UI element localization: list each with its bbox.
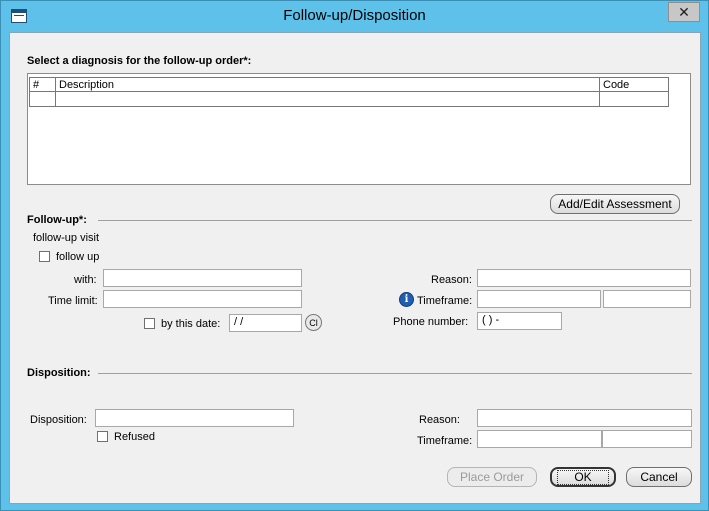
followup-timeframe-input-1[interactable]: [477, 290, 601, 308]
followup-timeframe-label: Timeframe:: [417, 295, 473, 307]
follow-up-checkbox-label: follow up: [56, 251, 100, 263]
ok-button[interactable]: OK: [550, 467, 616, 487]
by-this-date-label: by this date:: [161, 318, 221, 330]
disposition-section-label: Disposition:: [27, 367, 91, 379]
ok-button-label: OK: [557, 469, 609, 485]
followup-section-label: Follow-up*:: [27, 214, 87, 226]
clear-date-icon[interactable]: Cl: [305, 314, 322, 331]
disposition-reason-input[interactable]: [477, 409, 692, 427]
phone-number-input[interactable]: ( ) -: [477, 312, 562, 330]
cancel-button[interactable]: Cancel: [626, 467, 692, 487]
refused-checkbox[interactable]: [97, 431, 108, 442]
column-header-code[interactable]: Code: [600, 78, 668, 91]
column-header-description[interactable]: Description: [56, 78, 600, 91]
disposition-label: Disposition:: [30, 414, 87, 426]
follow-up-checkbox[interactable]: [39, 251, 50, 262]
disposition-timeframe-label: Timeframe:: [417, 435, 473, 447]
phone-number-label: Phone number:: [393, 316, 469, 328]
diagnosis-grid-header: # Description Code: [29, 77, 669, 92]
diagnosis-grid[interactable]: # Description Code: [27, 73, 691, 185]
followup-reason-input[interactable]: [477, 269, 691, 287]
diagnosis-label: Select a diagnosis for the follow-up ord…: [27, 55, 252, 67]
disposition-input[interactable]: [95, 409, 294, 427]
disposition-reason-label: Reason:: [419, 414, 460, 426]
followup-disposition-window: Follow-up/Disposition ✕ Select a diagnos…: [0, 0, 709, 511]
window-title: Follow-up/Disposition: [283, 7, 426, 24]
by-this-date-checkbox[interactable]: [144, 318, 155, 329]
time-limit-input[interactable]: [103, 290, 302, 308]
info-icon[interactable]: i: [399, 292, 414, 307]
followup-visit-label: follow-up visit: [33, 232, 100, 244]
time-limit-label: Time limit:: [48, 295, 98, 307]
dialog-body: Select a diagnosis for the follow-up ord…: [9, 32, 701, 504]
disposition-timeframe-input-2[interactable]: [602, 430, 692, 448]
disposition-timeframe-input-1[interactable]: [477, 430, 602, 448]
cell-description: [56, 92, 600, 106]
date-input[interactable]: / /: [229, 314, 302, 332]
disposition-separator: [98, 373, 692, 374]
cell-code: [600, 92, 668, 106]
close-icon: ✕: [678, 3, 690, 20]
refused-label: Refused: [114, 431, 155, 443]
table-row[interactable]: [29, 92, 669, 107]
with-label: with:: [74, 274, 97, 286]
add-edit-assessment-button[interactable]: Add/Edit Assessment: [550, 194, 680, 214]
followup-timeframe-input-2[interactable]: [603, 290, 691, 308]
close-button[interactable]: ✕: [668, 2, 700, 22]
cell-number: [30, 92, 56, 106]
followup-separator: [98, 220, 692, 221]
column-header-number[interactable]: #: [30, 78, 56, 91]
with-input[interactable]: [103, 269, 302, 287]
title-bar: Follow-up/Disposition ✕: [1, 1, 708, 32]
followup-reason-label: Reason:: [431, 274, 472, 286]
place-order-button[interactable]: Place Order: [447, 467, 537, 487]
